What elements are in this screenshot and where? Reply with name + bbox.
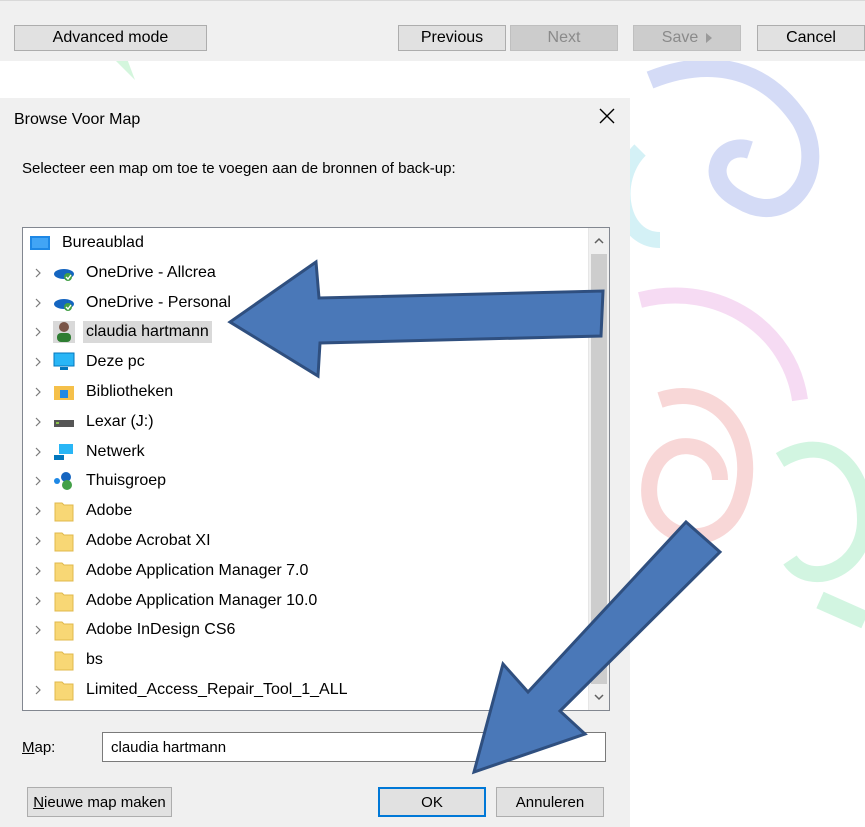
tree-item-label: OneDrive - Allcrea bbox=[86, 263, 216, 281]
tree-item-label: Limited_Access_Repair_Tool_1_ALL bbox=[86, 681, 348, 698]
ok-label: OK bbox=[421, 793, 443, 811]
tree-item[interactable]: Netwerk bbox=[23, 438, 148, 466]
tree-item[interactable]: OneDrive - Personal bbox=[23, 289, 234, 317]
new-folder-button[interactable]: Nieuwe map maken bbox=[27, 787, 172, 817]
map-label: Map: bbox=[22, 739, 56, 756]
expand-chevron-icon[interactable] bbox=[23, 268, 53, 278]
expand-chevron-icon[interactable] bbox=[23, 596, 53, 606]
scroll-up-icon[interactable] bbox=[589, 230, 609, 252]
advanced-mode-label: Advanced mode bbox=[52, 29, 169, 46]
expand-chevron-icon[interactable] bbox=[23, 536, 53, 546]
user-icon bbox=[53, 321, 75, 344]
expand-chevron-icon[interactable] bbox=[23, 566, 53, 576]
expand-chevron-icon[interactable] bbox=[23, 506, 53, 516]
tree-item-label: Bureaublad bbox=[62, 234, 144, 251]
tree-item-label: OneDrive - Personal bbox=[86, 293, 231, 311]
tree-scrollbar[interactable] bbox=[588, 228, 609, 710]
tree-item[interactable]: Limited_Access_Repair_Tool_1_ALL bbox=[23, 676, 351, 704]
computer-icon bbox=[53, 351, 75, 373]
tree-item-label: Thuisgroep bbox=[86, 472, 167, 490]
tree-item[interactable]: Adobe Acrobat XI bbox=[23, 527, 214, 555]
homegroup-icon bbox=[53, 470, 75, 492]
expand-chevron-icon[interactable] bbox=[23, 387, 53, 397]
folder-icon bbox=[53, 590, 75, 612]
advanced-mode-button[interactable]: Advanced mode bbox=[14, 25, 207, 51]
toolbar-cancel-label: Cancel bbox=[786, 29, 836, 46]
tree-item[interactable]: Bibliotheken bbox=[23, 378, 176, 406]
expand-chevron-icon[interactable] bbox=[23, 357, 53, 367]
dialog-title: Browse Voor Map bbox=[14, 111, 141, 128]
tree-item[interactable]: claudia hartmann bbox=[23, 318, 212, 346]
expand-chevron-icon[interactable] bbox=[23, 625, 53, 635]
tree-item-label: claudia hartmann bbox=[83, 321, 212, 344]
drive-icon bbox=[53, 411, 75, 433]
folder-icon bbox=[53, 679, 75, 701]
tree-item-label: Bibliotheken bbox=[86, 383, 174, 400]
save-label: Save bbox=[661, 29, 699, 46]
tree-item-label: Adobe Application Manager 10.0 bbox=[86, 591, 318, 609]
expand-chevron-icon[interactable] bbox=[23, 417, 53, 427]
folder-icon bbox=[53, 560, 75, 582]
expand-chevron-icon[interactable] bbox=[23, 476, 53, 486]
expand-chevron-icon[interactable] bbox=[23, 298, 53, 308]
expand-chevron-icon[interactable] bbox=[23, 685, 53, 695]
tree-item[interactable]: Bureaublad bbox=[23, 229, 147, 257]
browse-folder-dialog: Browse Voor Map Selecteer een map om toe… bbox=[0, 98, 630, 827]
tree-item[interactable]: Deze pc bbox=[23, 348, 148, 376]
expand-chevron-icon[interactable] bbox=[23, 327, 53, 337]
folder-tree[interactable]: Limited_Access_Repair_Tool_1_ALL bs Adobe … bbox=[22, 227, 610, 711]
desktop-icon bbox=[29, 232, 51, 254]
next-button[interactable]: Next bbox=[510, 25, 618, 51]
expand-chevron-icon[interactable] bbox=[23, 447, 53, 457]
onedrive-icon bbox=[53, 292, 75, 314]
dialog-message: Selecteer een map om toe te voegen aan d… bbox=[22, 160, 456, 177]
onedrive-icon bbox=[53, 262, 75, 284]
folder-icon bbox=[53, 619, 75, 641]
play-icon bbox=[706, 33, 713, 43]
tree-item-label: Netwerk bbox=[86, 442, 145, 460]
ok-button[interactable]: OK bbox=[378, 787, 486, 817]
network-icon bbox=[53, 441, 75, 463]
tree-item-label: Deze pc bbox=[86, 353, 145, 371]
wizard-toolbar: Advanced mode Previous Next Save Cancel bbox=[0, 0, 865, 61]
tree-item-label: Adobe InDesign CS6 bbox=[86, 621, 236, 639]
tree-item-label: Lexar (J:) bbox=[86, 412, 154, 430]
tree-item[interactable]: OneDrive - Allcrea bbox=[23, 259, 219, 287]
next-label: Next bbox=[547, 29, 581, 46]
previous-label: Previous bbox=[420, 29, 484, 46]
close-icon[interactable] bbox=[595, 104, 619, 128]
save-button[interactable]: Save bbox=[633, 25, 741, 51]
tree-item-label: Adobe bbox=[86, 502, 133, 520]
scroll-thumb[interactable] bbox=[591, 254, 607, 684]
folder-icon bbox=[53, 649, 75, 671]
map-input[interactable] bbox=[102, 732, 606, 762]
tree-item[interactable]: Thuisgroep bbox=[23, 467, 169, 495]
tree-item[interactable]: Adobe InDesign CS6 bbox=[23, 616, 238, 644]
tree-item-label: Adobe Acrobat XI bbox=[86, 532, 211, 549]
tree-item[interactable]: Adobe Application Manager 7.0 bbox=[23, 557, 311, 585]
tree-item[interactable]: Lexar (J:) bbox=[23, 408, 157, 436]
toolbar-cancel-button[interactable]: Cancel bbox=[757, 25, 865, 51]
tree-item[interactable]: Adobe Application Manager 10.0 bbox=[23, 587, 320, 615]
annuleren-label: Annuleren bbox=[515, 793, 585, 811]
tree-item[interactable]: bs bbox=[23, 646, 106, 674]
previous-button[interactable]: Previous bbox=[398, 25, 506, 51]
annuleren-button[interactable]: Annuleren bbox=[496, 787, 604, 817]
tree-item[interactable]: Adobe bbox=[23, 497, 135, 525]
folder-icon bbox=[53, 530, 75, 552]
scroll-down-icon[interactable] bbox=[589, 686, 609, 708]
tree-item-label: Adobe Application Manager 7.0 bbox=[86, 561, 309, 579]
tree-item-label: bs bbox=[86, 651, 103, 669]
folder-icon bbox=[53, 500, 75, 522]
library-icon bbox=[53, 381, 75, 403]
